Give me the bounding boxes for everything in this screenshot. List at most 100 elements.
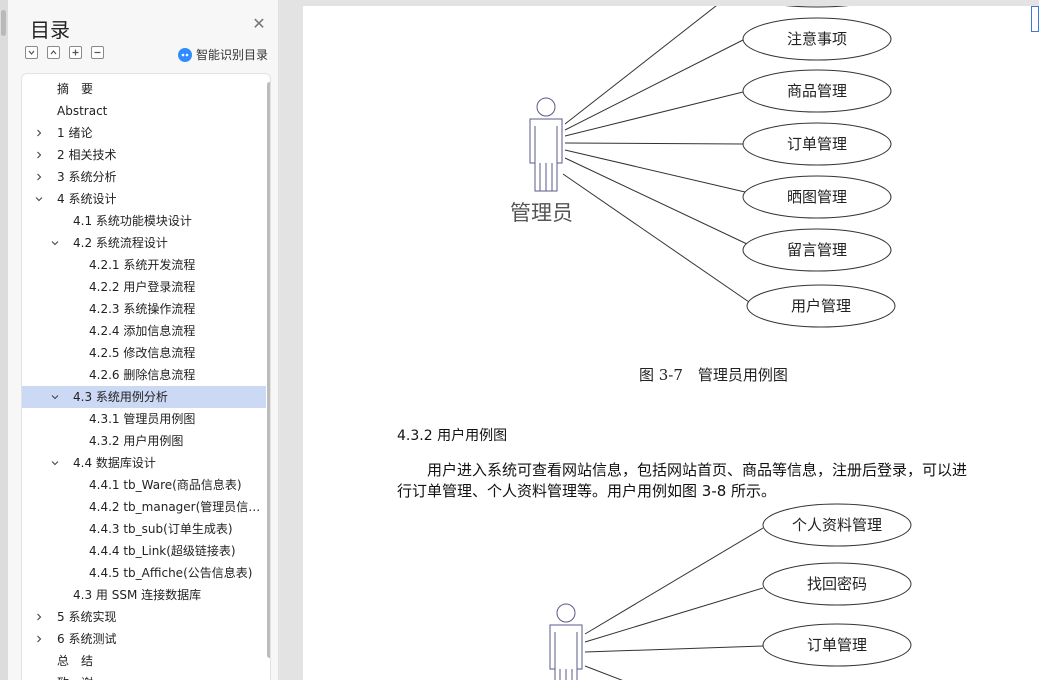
toc-item[interactable]: 4.3 用 SSM 连接数据库 <box>22 584 266 606</box>
toc-item[interactable]: 5 系统实现 <box>22 606 266 628</box>
close-icon[interactable]: ✕ <box>251 16 267 32</box>
toc-item-label: 4.2.2 用户登录流程 <box>89 280 196 294</box>
smart-toc-button[interactable]: 智能识别目录 <box>178 46 268 63</box>
usecase-label: 晒图管理 <box>786 188 847 206</box>
toc-item[interactable]: 6 系统测试 <box>22 628 266 650</box>
toc-item[interactable]: 4.3.2 用户用例图 <box>22 430 266 452</box>
toc-item[interactable]: 3 系统分析 <box>22 166 266 188</box>
toc-panel: 目录 ✕ 智能识别目录 摘 要 Abstract 1 绪论 2 相关技术 3 系统分析 4 <box>8 0 279 680</box>
toc-item[interactable]: 4.1 系统功能模块设计 <box>22 210 266 232</box>
chevron-right-icon[interactable] <box>34 628 44 650</box>
toc-item-label: 5 系统实现 <box>57 610 117 624</box>
toc-item[interactable]: 4.4.5 tb_Affiche(公告信息表) <box>22 562 266 584</box>
toc-item[interactable]: 总 结 <box>22 650 266 672</box>
toc-item-label: 1 绪论 <box>57 126 93 140</box>
toc-item-label: 4.4.4 tb_Link(超级链接表) <box>89 544 236 558</box>
usecase-label: 订单管理 <box>806 636 867 654</box>
toc-item[interactable]: 4.4.2 tb_manager(管理员信息表) <box>22 496 266 518</box>
toc-item[interactable]: 4 系统设计 <box>22 188 266 210</box>
toc-item[interactable]: 4.2.3 系统操作流程 <box>22 298 266 320</box>
chevron-right-icon[interactable] <box>34 166 44 188</box>
toc-item[interactable]: 4.3.1 管理员用例图 <box>22 408 266 430</box>
toc-item-label: 4.2.4 添加信息流程 <box>89 324 196 338</box>
toc-item[interactable]: 4.4 数据库设计 <box>22 452 266 474</box>
usecase-label: 用户管理 <box>790 297 851 315</box>
toc-item[interactable]: 4.2.2 用户登录流程 <box>22 276 266 298</box>
toc-item[interactable]: Abstract <box>22 100 266 122</box>
chevron-right-icon[interactable] <box>34 144 44 166</box>
toc-item-label: 致 谢 <box>57 672 262 680</box>
toc-item-label: 4.4.1 tb_Ware(商品信息表) <box>89 478 242 492</box>
toc-item-label: 4.2.1 系统开发流程 <box>89 258 196 272</box>
paragraph-line: 用户进入系统可查看网站信息，包括网站首页、商品等信息，注册后登录，可以进 <box>397 461 968 479</box>
pdf-viewer-window: 目录 ✕ 智能识别目录 摘 要 Abstract 1 绪论 2 相关技术 3 系统分析 4 <box>0 0 1039 680</box>
usecase-label: 留言管理 <box>786 241 847 259</box>
paragraph-line: 行订单管理、个人资料管理等。用户用例如图 3-8 所示。 <box>397 482 777 500</box>
document-page: 注意事项 商品管理 订单管理 晒图管理 留言管理 用户管理 管理员 图 3-7 … <box>303 6 1039 680</box>
toc-item-label: 4.1 系统功能模块设计 <box>73 214 192 228</box>
toc-title: 目录 <box>30 18 70 42</box>
chevron-down-icon[interactable] <box>50 452 60 474</box>
chevron-down-icon[interactable] <box>50 232 60 254</box>
left-edge-strip <box>0 0 8 680</box>
add-bookmark-button[interactable] <box>69 46 82 59</box>
toc-item[interactable]: 4.2.4 添加信息流程 <box>22 320 266 342</box>
toc-item[interactable]: 1 绪论 <box>22 122 266 144</box>
chevron-up-icon <box>50 50 57 55</box>
minus-icon <box>94 51 101 54</box>
admin-actor-label: 管理员 <box>510 201 573 225</box>
toc-item-label: 摘 要 <box>57 82 94 96</box>
toc-item[interactable]: 4.2.5 修改信息流程 <box>22 342 266 364</box>
ai-icon <box>178 47 192 62</box>
toc-item-label: 3 系统分析 <box>57 170 117 184</box>
admin-association-lines <box>562 6 750 303</box>
remove-bookmark-button[interactable] <box>91 46 104 59</box>
toc-toolbar <box>25 46 104 59</box>
toc-item-label: 4.3 系统用例分析 <box>73 390 168 404</box>
toc-scrollbar[interactable] <box>267 82 270 658</box>
toc-item[interactable]: 致 谢 <box>22 672 266 680</box>
toc-item-label: 4.2.5 修改信息流程 <box>89 346 196 360</box>
plus-icon <box>72 49 79 56</box>
usecase-label: 个人资料管理 <box>791 516 882 534</box>
chevron-down-icon <box>28 50 35 55</box>
user-association-lines <box>584 527 764 680</box>
toc-item-label: 4.3.1 管理员用例图 <box>89 412 196 426</box>
toc-item[interactable]: 4.2.1 系统开发流程 <box>22 254 266 276</box>
toc-item[interactable]: 4.3 系统用例分析 <box>22 386 266 408</box>
toc-item[interactable]: 4.2.6 删除信息流程 <box>22 364 266 386</box>
admin-actor-figure <box>529 97 563 192</box>
usecase-label: 注意事项 <box>786 30 847 48</box>
chevron-down-icon[interactable] <box>50 386 60 408</box>
usecase-label: 找回密码 <box>806 575 867 593</box>
toc-item-label: 4.2.3 系统操作流程 <box>89 302 196 316</box>
toc-item[interactable]: 2 相关技术 <box>22 144 266 166</box>
panel-drag-handle[interactable] <box>1 10 6 36</box>
toc-item-label: 6 系统测试 <box>57 632 117 646</box>
toc-item-label: 4.2.6 删除信息流程 <box>89 368 196 382</box>
toc-item[interactable]: 4.4.1 tb_Ware(商品信息表) <box>22 474 266 496</box>
toc-item-label: 4.2 系统流程设计 <box>73 236 168 250</box>
expand-all-button[interactable] <box>47 46 60 59</box>
toc-item[interactable]: 摘 要 <box>22 78 266 100</box>
use-case-diagrams <box>529 6 912 680</box>
toc-item-label: 4.4.2 tb_manager(管理员信息表) <box>89 500 262 514</box>
toc-item[interactable]: 4.4.3 tb_sub(订单生成表) <box>22 518 266 540</box>
chevron-down-icon[interactable] <box>34 188 44 210</box>
toc-item[interactable]: 4.2 系统流程设计 <box>22 232 266 254</box>
toc-item-label: 4 系统设计 <box>57 192 117 206</box>
document-area: 注意事项 商品管理 订单管理 晒图管理 留言管理 用户管理 管理员 图 3-7 … <box>280 0 1039 680</box>
toc-item-label: 4.3.2 用户用例图 <box>89 434 184 448</box>
document-scroll-indicator[interactable] <box>1031 6 1039 32</box>
toc-item-label: 4.4.3 tb_sub(订单生成表) <box>89 522 233 536</box>
toc-item[interactable]: 4.4.4 tb_Link(超级链接表) <box>22 540 266 562</box>
collapse-all-button[interactable] <box>25 46 38 59</box>
toc-item-label: 4.3 用 SSM 连接数据库 <box>73 588 202 602</box>
toc-item-label: 总 结 <box>57 654 94 668</box>
chevron-right-icon[interactable] <box>34 606 44 628</box>
figure-caption: 图 3-7 管理员用例图 <box>639 366 788 384</box>
usecase-label: 商品管理 <box>786 82 847 100</box>
chevron-right-icon[interactable] <box>34 122 44 144</box>
admin-usecase-ellipses <box>742 6 896 328</box>
section-heading: 4.3.2 用户用例图 <box>397 428 508 444</box>
